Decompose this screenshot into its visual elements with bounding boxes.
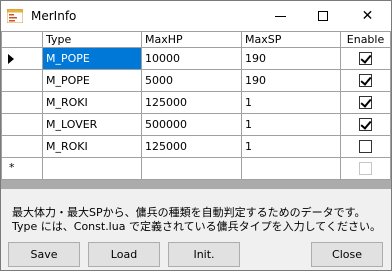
merinfo-window: MerInfo ✕ Type MaxHP MaxSP Enable M_POPE…: [0, 0, 392, 271]
cell-type[interactable]: [42, 157, 142, 180]
cell-maxhp[interactable]: [141, 157, 242, 180]
enable-checkbox[interactable]: [359, 74, 372, 88]
save-button[interactable]: Save: [8, 242, 80, 267]
cell-enable: [340, 69, 391, 92]
row-header[interactable]: *: [1, 157, 43, 180]
init-button[interactable]: Init.: [168, 242, 240, 267]
close-icon: ✕: [361, 8, 374, 24]
enable-checkbox[interactable]: [359, 118, 372, 132]
window-title: MerInfo: [31, 9, 77, 23]
row-header[interactable]: [1, 135, 43, 158]
cell-enable: [340, 135, 391, 158]
row-header[interactable]: [1, 47, 43, 70]
cell-enable: [340, 91, 391, 114]
maximize-icon: [318, 11, 328, 21]
maximize-button[interactable]: [302, 1, 345, 31]
new-row: *: [1, 157, 391, 180]
table-row: M_POPE 5000 190: [1, 69, 391, 92]
corner-header[interactable]: [1, 31, 43, 48]
cell-maxsp[interactable]: 190: [241, 69, 341, 92]
app-icon: [6, 8, 24, 24]
cell-maxsp[interactable]: 1: [241, 91, 341, 114]
title-bar[interactable]: MerInfo ✕: [1, 1, 391, 31]
minimize-icon: [275, 16, 286, 17]
description-line: 最大体力・最大SPから、傭兵の種類を自動判定するためのデータです。: [12, 206, 366, 219]
close-button[interactable]: Close: [311, 242, 383, 267]
enable-checkbox[interactable]: [359, 140, 372, 154]
cell-enable: [340, 47, 391, 70]
minimize-button[interactable]: [259, 1, 302, 31]
merc-table: Type MaxHP MaxSP Enable M_POPE 10000 190…: [1, 31, 391, 180]
cell-maxhp[interactable]: 10000: [141, 47, 242, 70]
enable-checkbox[interactable]: [359, 162, 372, 176]
cell-type[interactable]: M_ROKI: [42, 135, 142, 158]
cell-enable: [340, 157, 391, 180]
cell-type[interactable]: M_POPE: [42, 69, 142, 92]
table-row: M_ROKI 125000 1: [1, 135, 391, 158]
description-line: Type には、Const.lua で定義されている傭兵タイプを入力してください…: [12, 220, 381, 233]
column-header-enable[interactable]: Enable: [340, 31, 391, 48]
cell-maxhp[interactable]: 500000: [141, 113, 242, 136]
column-header-type[interactable]: Type: [42, 31, 142, 48]
cell-type[interactable]: M_POPE: [42, 47, 142, 70]
row-header[interactable]: [1, 69, 43, 92]
cell-maxsp[interactable]: 1: [241, 135, 341, 158]
row-header[interactable]: [1, 91, 43, 114]
column-header-maxhp[interactable]: MaxHP: [141, 31, 242, 48]
table-row: M_ROKI 125000 1: [1, 91, 391, 114]
cell-maxhp[interactable]: 5000: [141, 69, 242, 92]
cell-type[interactable]: M_LOVER: [42, 113, 142, 136]
cell-maxsp[interactable]: 190: [241, 47, 341, 70]
enable-checkbox[interactable]: [359, 96, 372, 110]
header-row: Type MaxHP MaxSP Enable: [1, 31, 391, 48]
enable-checkbox[interactable]: [359, 52, 372, 66]
cell-maxhp[interactable]: 125000: [141, 135, 242, 158]
new-row-marker: *: [9, 161, 15, 174]
column-header-maxsp[interactable]: MaxSP: [241, 31, 341, 48]
close-window-button[interactable]: ✕: [346, 1, 389, 31]
current-row-arrow-icon: [8, 54, 14, 64]
description-text: 最大体力・最大SPから、傭兵の種類を自動判定するためのデータです。 Type に…: [12, 206, 381, 234]
table-row: M_POPE 10000 190: [1, 47, 391, 70]
cell-maxsp[interactable]: 1: [241, 113, 341, 136]
cell-type[interactable]: M_ROKI: [42, 91, 142, 114]
row-header[interactable]: [1, 113, 43, 136]
cell-maxhp[interactable]: 125000: [141, 91, 242, 114]
load-button[interactable]: Load: [88, 242, 160, 267]
cell-enable: [340, 113, 391, 136]
data-grid-view[interactable]: Type MaxHP MaxSP Enable M_POPE 10000 190…: [1, 31, 391, 189]
table-row: M_LOVER 500000 1: [1, 113, 391, 136]
cell-maxsp[interactable]: [241, 157, 341, 180]
